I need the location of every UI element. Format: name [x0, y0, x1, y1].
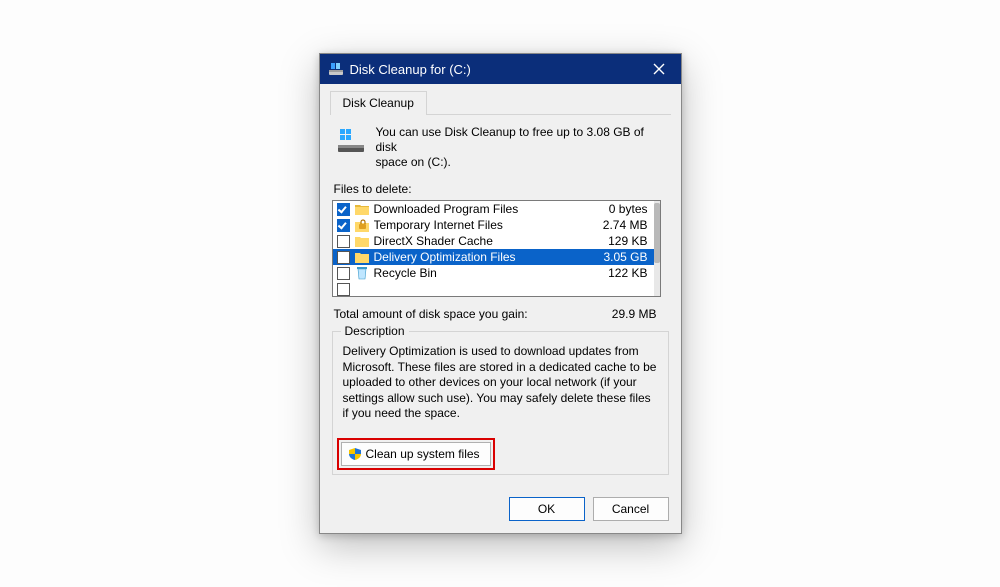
drive-icon: [334, 125, 368, 170]
scrollbar[interactable]: [654, 201, 660, 296]
total-label: Total amount of disk space you gain:: [334, 307, 612, 321]
checkbox[interactable]: [337, 219, 350, 232]
list-item-selected[interactable]: Delivery Optimization Files 3.05 GB: [333, 249, 654, 265]
checkbox[interactable]: [337, 235, 350, 248]
list-item[interactable]: DirectX Shader Cache 129 KB: [333, 233, 654, 249]
lock-folder-icon: [354, 217, 370, 233]
summary-text: You can use Disk Cleanup to free up to 3…: [330, 123, 671, 180]
shield-icon: [348, 447, 362, 461]
item-name: Delivery Optimization Files: [374, 250, 600, 264]
folder-icon: [354, 201, 370, 217]
folder-icon: [354, 233, 370, 249]
item-size: 129 KB: [608, 234, 649, 248]
item-size: 0 bytes: [609, 202, 650, 216]
list-item[interactable]: Recycle Bin 122 KB: [333, 265, 654, 281]
tab-disk-cleanup[interactable]: Disk Cleanup: [330, 91, 427, 115]
item-name: Recycle Bin: [374, 266, 605, 280]
item-name: Downloaded Program Files: [374, 202, 605, 216]
list-item[interactable]: [333, 281, 654, 296]
checkbox[interactable]: [337, 251, 350, 264]
title-bar: Disk Cleanup for (C:): [320, 54, 681, 84]
item-size: 122 KB: [608, 266, 649, 280]
tab-strip: Disk Cleanup: [330, 90, 671, 115]
files-to-delete-label: Files to delete:: [330, 180, 671, 198]
group-title: Description: [341, 324, 409, 338]
item-name: DirectX Shader Cache: [374, 234, 605, 248]
checkbox[interactable]: [337, 267, 350, 280]
item-size: 2.74 MB: [603, 218, 650, 232]
disk-cleanup-icon: [328, 61, 344, 77]
checkbox[interactable]: [337, 283, 350, 296]
blurb-line1: You can use Disk Cleanup to free up to 3…: [376, 125, 644, 154]
folder-icon: [354, 249, 370, 265]
scroll-thumb[interactable]: [654, 203, 660, 263]
recycle-bin-icon: [354, 265, 370, 281]
window-title: Disk Cleanup for (C:): [350, 62, 645, 77]
cancel-button[interactable]: Cancel: [593, 497, 669, 521]
dialog-footer: OK Cancel: [320, 487, 681, 533]
dialog-body: Disk Cleanup You can use Disk Cleanup to…: [320, 84, 681, 487]
checkbox[interactable]: [337, 203, 350, 216]
files-list[interactable]: Downloaded Program Files 0 bytes Tempora…: [332, 200, 661, 297]
ok-button[interactable]: OK: [509, 497, 585, 521]
disk-cleanup-dialog: Disk Cleanup for (C:) Disk Cleanup You: [319, 53, 682, 534]
item-size: 3.05 GB: [603, 250, 649, 264]
description-text: Delivery Optimization is used to downloa…: [343, 344, 658, 422]
sys-button-label: Clean up system files: [366, 447, 480, 461]
item-name: Temporary Internet Files: [374, 218, 599, 232]
blurb-line2: space on (C:).: [376, 155, 451, 169]
cleanup-system-files-button[interactable]: Clean up system files: [341, 442, 491, 466]
list-item[interactable]: Downloaded Program Files 0 bytes: [333, 201, 654, 217]
total-value: 29.9 MB: [612, 307, 657, 321]
description-group: Description Delivery Optimization is use…: [332, 331, 669, 475]
list-item[interactable]: Temporary Internet Files 2.74 MB: [333, 217, 654, 233]
close-button[interactable]: [645, 58, 673, 80]
